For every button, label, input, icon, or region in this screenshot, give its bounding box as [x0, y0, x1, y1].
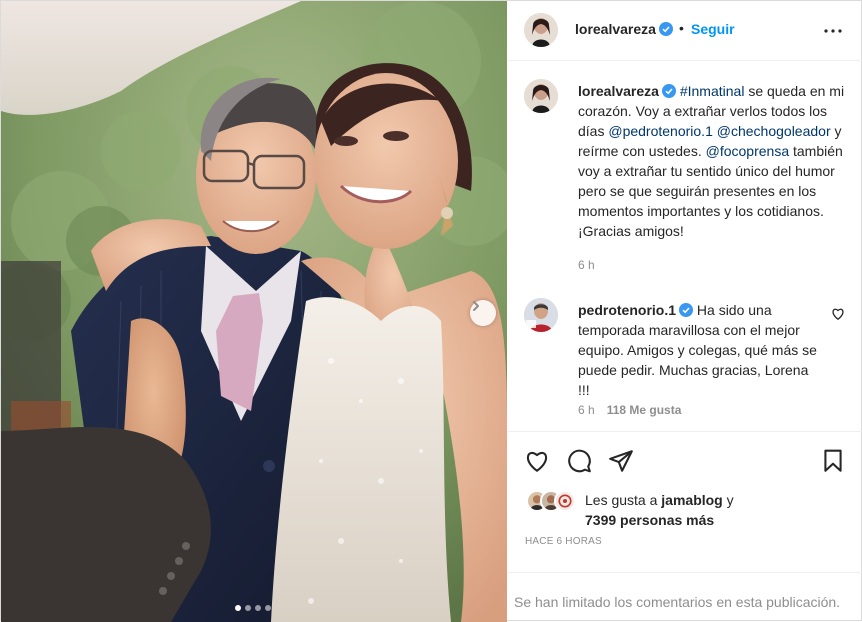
reply-avatar-image — [524, 298, 558, 332]
carousel-dot — [235, 605, 241, 611]
caption-author-avatar[interactable] — [524, 79, 558, 113]
more-options-icon[interactable] — [821, 19, 845, 43]
author-username-text: lorealvareza — [575, 21, 656, 37]
mention-link[interactable]: @focoprensa — [706, 143, 789, 159]
carousel-dot — [255, 605, 261, 611]
mention-link[interactable]: @chechogoleador — [717, 123, 831, 139]
reply-comment: pedrotenorio.1 Ha sido una temporada mar… — [578, 300, 818, 400]
liker-avatar — [554, 490, 576, 512]
chevron-right-icon — [473, 301, 479, 311]
author-avatar-image — [524, 13, 558, 47]
instagram-post: lorealvareza • Seguir lorealvareza #Inma… — [0, 0, 862, 622]
carousel-dot — [265, 605, 271, 611]
mention-link[interactable]: @pedrotenorio.1 — [608, 123, 713, 139]
reply-time[interactable]: 6 h — [578, 403, 595, 417]
author-username[interactable]: lorealvareza — [575, 21, 673, 37]
carousel-dot — [245, 605, 251, 611]
save-bookmark-icon[interactable] — [820, 448, 846, 474]
post-side-panel: lorealvareza • Seguir lorealvareza #Inma… — [508, 1, 862, 622]
post-photo[interactable] — [1, 1, 507, 622]
comments-limited-notice: Se han limitado los comentarios en esta … — [514, 594, 841, 610]
liker-avatars[interactable] — [526, 490, 578, 512]
author-avatar[interactable] — [524, 13, 558, 47]
share-paper-plane-icon[interactable] — [608, 448, 634, 474]
likes-count[interactable]: 7399 personas más — [585, 512, 714, 528]
likes-middle: y — [722, 492, 734, 508]
action-bar — [508, 431, 862, 491]
follow-button[interactable]: Seguir — [691, 21, 735, 37]
reply-author[interactable]: pedrotenorio.1 — [578, 302, 676, 318]
verified-badge-icon — [658, 22, 673, 36]
like-comment-heart-icon[interactable] — [831, 307, 845, 321]
like-heart-icon[interactable] — [524, 448, 550, 474]
post-timestamp[interactable]: HACE 6 HORAS — [525, 536, 602, 547]
carousel-indicator — [235, 605, 271, 611]
header-separator: • — [679, 20, 684, 36]
wedding-photo — [1, 1, 507, 622]
comments-area: lorealvareza #Inmatinal se queda en mi c… — [508, 62, 862, 430]
comment-footer: Se han limitado los comentarios en esta … — [508, 572, 862, 622]
post-caption: lorealvareza #Inmatinal se queda en mi c… — [578, 81, 848, 241]
next-slide-button[interactable] — [470, 300, 496, 326]
post-header: lorealvareza • Seguir — [508, 1, 862, 61]
verified-badge-icon — [679, 303, 694, 317]
reply-likes[interactable]: 118 Me gusta — [607, 403, 682, 417]
caption-time[interactable]: 6 h — [578, 258, 595, 272]
likes-prefix: Les gusta a — [585, 492, 662, 508]
comment-bubble-icon[interactable] — [566, 448, 592, 474]
likes-text: Les gusta a jamablog y 7399 personas más — [585, 490, 845, 530]
reply-author-avatar[interactable] — [524, 298, 558, 332]
likes-summary: Les gusta a jamablog y 7399 personas más — [508, 486, 862, 528]
verified-badge-icon — [661, 84, 676, 98]
caption-avatar-image — [524, 79, 558, 113]
liker-username[interactable]: jamablog — [661, 492, 722, 508]
reply-meta: 6 h 118 Me gusta — [578, 403, 681, 417]
caption-author[interactable]: lorealvareza — [578, 83, 659, 99]
hashtag-link[interactable]: #Inmatinal — [680, 83, 745, 99]
